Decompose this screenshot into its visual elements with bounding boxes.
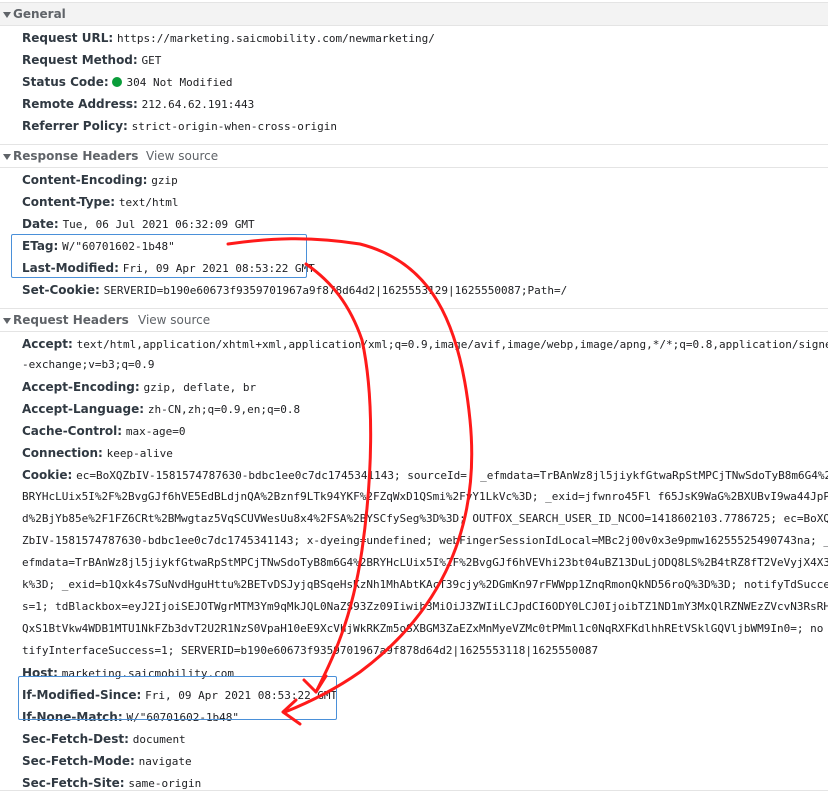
etag-arrowhead xyxy=(281,698,302,726)
last-modified-to-if-modified-since-arrow xyxy=(304,262,373,694)
annotation-arrows xyxy=(226,237,474,726)
